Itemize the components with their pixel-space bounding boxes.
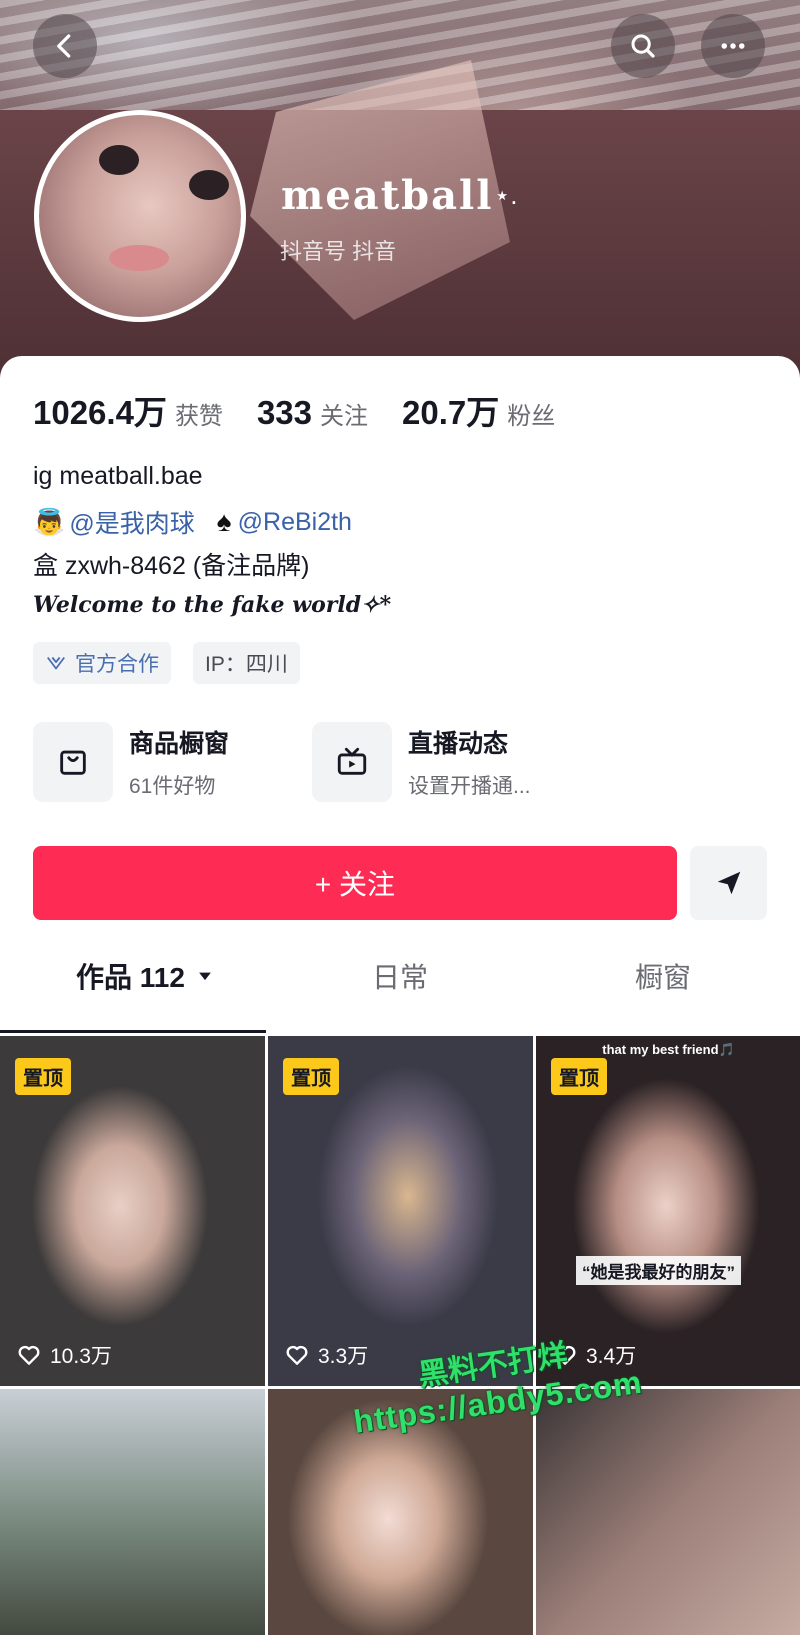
profile-tabs: 作品 112 日常 橱窗 <box>0 956 800 1020</box>
video-likes: 10.3万 <box>16 1340 112 1370</box>
follow-button[interactable]: + 关注 <box>33 846 677 920</box>
shop-icon-wrap <box>33 722 113 802</box>
pinned-badge: 置顶 <box>551 1058 607 1095</box>
avatar[interactable] <box>34 110 246 322</box>
chevron-left-icon <box>57 34 71 58</box>
profile-card: 1026.4万 获赞 333 关注 20.7万 粉丝 ig meatball.b… <box>0 356 800 1635</box>
active-tab-indicator <box>0 1030 266 1033</box>
live-icon-wrap <box>312 722 392 802</box>
avatar-eye <box>99 145 139 175</box>
pinned-badge: 置顶 <box>283 1058 339 1095</box>
username-decoration: ⋆. <box>494 180 518 210</box>
following-count[interactable]: 333 <box>257 394 312 432</box>
search-icon <box>631 34 655 58</box>
video-likes-count: 10.3万 <box>50 1345 112 1368</box>
search-button[interactable] <box>611 14 675 78</box>
tv-icon <box>337 747 367 775</box>
likes-count[interactable]: 1026.4万 <box>33 386 167 434</box>
video-thumbnail[interactable]: 置顶 3.3万 <box>268 1036 533 1386</box>
tab-shop-window[interactable]: 橱窗 <box>635 956 691 996</box>
avatar-eye <box>189 170 229 200</box>
tab-works-label: 作品 112 <box>76 962 185 993</box>
ip-location-tag: IP：四川 <box>193 642 300 684</box>
video-thumbnail[interactable] <box>0 1389 265 1635</box>
followers-label: 粉丝 <box>507 403 556 430</box>
official-partner-label: 官方合作 <box>75 653 159 676</box>
live-updates-title: 直播动态 <box>408 730 509 758</box>
stats-row: 1026.4万 获赞 333 关注 20.7万 粉丝 <box>33 386 589 434</box>
tab-works[interactable]: 作品 112 <box>76 956 215 996</box>
send-icon <box>717 871 740 895</box>
profile-banner: meatball ⋆. 抖音号 抖音 <box>0 0 800 380</box>
live-updates-text: 直播动态 设置开播通... <box>408 724 531 800</box>
bio-tagline: Welcome to the fake world✧* <box>33 592 392 618</box>
bio-mentions: 👼 @是我肉球 ♠ @ReBi2th <box>33 504 352 540</box>
username: meatball <box>281 172 494 219</box>
angel-emoji: 👼 <box>33 506 66 537</box>
partner-icon <box>47 656 65 670</box>
shop-window-entry[interactable]: 商品橱窗 61件好物 <box>33 722 229 802</box>
shop-window-text: 商品橱窗 61件好物 <box>129 724 229 800</box>
video-caption-overlay: “她是我最好的朋友” <box>576 1256 741 1285</box>
official-partner-tag[interactable]: 官方合作 <box>33 642 171 684</box>
video-thumbnail[interactable] <box>536 1389 800 1635</box>
video-caption-top: that my best friend🎵 <box>602 1042 735 1057</box>
mention-link-2[interactable]: @ReBi2th <box>238 508 352 537</box>
live-updates-entry[interactable]: 直播动态 设置开播通... <box>312 722 531 802</box>
shop-window-title: 商品橱窗 <box>129 730 230 758</box>
caret-down-icon <box>199 972 211 981</box>
followers-count[interactable]: 20.7万 <box>402 386 499 434</box>
following-label: 关注 <box>320 403 368 430</box>
live-updates-subtitle: 设置开播通... <box>408 775 531 798</box>
bio-box: 盒 zxwh-8462 (备注品牌) <box>33 552 310 580</box>
heart-icon <box>18 1345 40 1365</box>
more-button[interactable] <box>701 14 765 78</box>
more-icon <box>721 43 745 49</box>
video-thumbnail[interactable]: 置顶 10.3万 <box>0 1036 265 1386</box>
back-button[interactable] <box>33 14 97 78</box>
ip-location-label: IP：四川 <box>205 653 288 676</box>
spade-emoji: ♠ <box>216 506 232 537</box>
shop-window-subtitle: 61件好物 <box>129 775 216 798</box>
heart-icon <box>286 1345 308 1365</box>
shopping-bag-icon <box>60 750 86 775</box>
share-button[interactable] <box>690 846 767 920</box>
avatar-lips <box>109 245 169 271</box>
likes-label: 获赞 <box>174 403 223 430</box>
pinned-badge: 置顶 <box>15 1058 71 1095</box>
tab-daily[interactable]: 日常 <box>372 956 428 996</box>
bio-ig: ig meatball.bae <box>33 462 203 490</box>
douyin-id[interactable]: 抖音号 抖音 <box>280 234 396 266</box>
mention-link-1[interactable]: @是我肉球 <box>69 504 194 540</box>
